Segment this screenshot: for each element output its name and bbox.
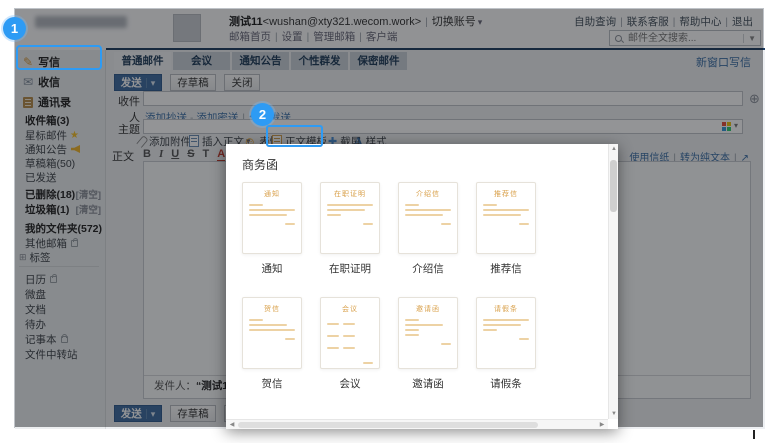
text-cursor-artifact [753, 430, 755, 439]
card-title: 推荐信 [483, 189, 529, 199]
template-card-introduction-letter[interactable]: 介绍信 [398, 182, 458, 254]
card-title: 邀请函 [405, 304, 451, 314]
annotation-step-2-badge: 2 [251, 103, 274, 126]
template-card-employment-cert[interactable]: 在职证明 [320, 182, 380, 254]
scroll-left-arrow[interactable]: ◀ [227, 421, 237, 429]
template-label[interactable]: 会议 [320, 376, 380, 391]
card-title: 通知 [249, 189, 295, 199]
template-cell: 通知 通知 [242, 182, 320, 276]
template-card-meeting[interactable]: 会议 [320, 297, 380, 369]
template-label[interactable]: 请假条 [476, 376, 536, 391]
template-row: 贺信 贺信 会议 会议 邀请函 邀请函 请假条 请假条 [242, 297, 554, 391]
card-title: 贺信 [249, 304, 295, 314]
mail-app-window: 测试11<wushan@xty321.wecom.work>|切换账号▾ 邮箱首… [14, 8, 764, 428]
template-cell: 贺信 贺信 [242, 297, 320, 391]
template-card-congratulation-letter[interactable]: 贺信 [242, 297, 302, 369]
scroll-up-arrow[interactable]: ▲ [609, 145, 619, 153]
card-title: 会议 [327, 304, 373, 314]
template-cell: 邀请函 邀请函 [398, 297, 476, 391]
template-cell: 会议 会议 [320, 297, 398, 391]
template-cell: 在职证明 在职证明 [320, 182, 398, 276]
scroll-thumb[interactable] [610, 160, 617, 212]
annotation-step-1-badge: 1 [3, 17, 26, 40]
template-card-notice[interactable]: 通知 [242, 182, 302, 254]
template-card-recommendation-letter[interactable]: 推荐信 [476, 182, 536, 254]
annotation-highlight-compose [16, 45, 102, 70]
scroll-right-arrow[interactable]: ▶ [597, 421, 607, 429]
annotation-highlight-template [266, 125, 323, 147]
template-label[interactable]: 推荐信 [476, 261, 536, 276]
template-card-leave-request[interactable]: 请假条 [476, 297, 536, 369]
template-picker-modal: 商务函 通知 通知 在职证明 在职证明 介绍信 介绍信 推荐信 推荐信 贺信 贺… [226, 144, 618, 429]
card-title: 介绍信 [405, 189, 451, 199]
template-label[interactable]: 贺信 [242, 376, 302, 391]
template-label[interactable]: 邀请函 [398, 376, 458, 391]
scroll-thumb[interactable] [238, 422, 538, 428]
card-title: 在职证明 [327, 189, 373, 199]
template-label[interactable]: 介绍信 [398, 261, 458, 276]
template-label[interactable]: 在职证明 [320, 261, 380, 276]
card-title: 请假条 [483, 304, 529, 314]
template-card-invitation[interactable]: 邀请函 [398, 297, 458, 369]
template-cell: 介绍信 介绍信 [398, 182, 476, 276]
template-row: 通知 通知 在职证明 在职证明 介绍信 介绍信 推荐信 推荐信 [242, 182, 554, 276]
modal-vertical-scrollbar[interactable]: ▲ ▼ [608, 144, 618, 419]
template-cell: 请假条 请假条 [476, 297, 554, 391]
scroll-down-arrow[interactable]: ▼ [609, 410, 619, 418]
template-label[interactable]: 通知 [242, 261, 302, 276]
modal-title: 商务函 [242, 156, 278, 173]
modal-horizontal-scrollbar[interactable]: ◀ ▶ [226, 419, 608, 429]
template-cell: 推荐信 推荐信 [476, 182, 554, 276]
